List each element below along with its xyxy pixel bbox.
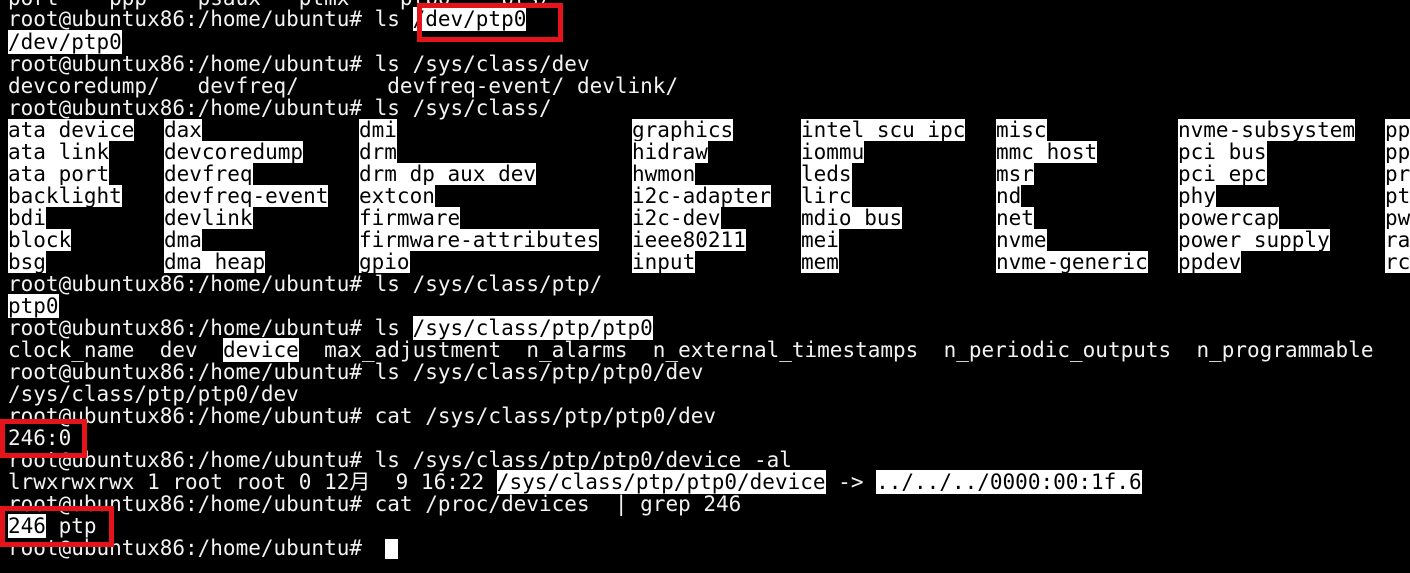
- terminal-line: root@ubuntux86:/home/ubuntu# ls /sys/cla…: [8, 316, 653, 340]
- class-entry: hidraw: [632, 140, 708, 164]
- output-text: clock_name dev: [8, 338, 223, 362]
- text-cursor: [385, 539, 398, 559]
- class-entry: bdi: [8, 206, 46, 230]
- class-entry: devfreq: [164, 162, 253, 186]
- class-entry: pt: [1385, 184, 1410, 208]
- class-entry: input: [632, 250, 696, 274]
- class-entry: nvme: [996, 228, 1047, 252]
- class-entry: iommu: [801, 140, 865, 164]
- selected-text: /sys/class/ptp/ptp0/device: [496, 470, 826, 494]
- class-entry: devlink: [164, 206, 253, 230]
- class-entry: mei: [801, 228, 839, 252]
- terminal-line: root@ubuntux86:/home/ubuntu# ls /sys/cla…: [8, 52, 590, 76]
- class-entry: pp: [1385, 140, 1410, 164]
- class-entry: ata_link: [8, 140, 110, 164]
- selected-text: /sys/class/ptp/ptp0: [412, 316, 653, 340]
- annotation-box: [0, 419, 87, 458]
- class-entry: drm: [359, 140, 397, 164]
- class-entry: block: [8, 228, 72, 252]
- class-entry: dax: [164, 118, 202, 142]
- class-entry: powercap: [1178, 206, 1280, 230]
- class-entry: dma: [164, 228, 202, 252]
- class-entry: msr: [996, 162, 1034, 186]
- class-entry: pr: [1385, 162, 1410, 186]
- class-entry: rc: [1385, 250, 1410, 274]
- class-entry: i2c-dev: [632, 206, 721, 230]
- class-entry: gpio: [359, 250, 410, 274]
- class-entry: dmi: [359, 118, 397, 142]
- terminal-line: root@ubuntux86:/home/ubuntu# ls /sys/cla…: [8, 96, 552, 120]
- class-entry: net: [996, 206, 1034, 230]
- selected-text: device: [222, 338, 299, 362]
- terminal-line: lrwxrwxrwx 1 root root 0 12月 9 16:22 /sy…: [8, 470, 1142, 494]
- class-entry: drm_dp_aux_dev: [359, 162, 537, 186]
- terminal-line: root@ubuntux86:/home/ubuntu# ls /sys/cla…: [8, 360, 704, 384]
- class-entry: nvme-generic: [996, 250, 1148, 274]
- terminal-line: root@ubuntux86:/home/ubuntu# ls /sys/cla…: [8, 448, 792, 472]
- terminal-line: devcoredump/ devfreq/ devfreq-event/ dev…: [8, 74, 679, 98]
- class-entry: nd: [996, 184, 1022, 208]
- class-entry: firmware-attributes: [359, 228, 600, 252]
- class-entry: ieee80211: [632, 228, 746, 252]
- class-entry: pci_bus: [1178, 140, 1267, 164]
- class-entry: power_supply: [1178, 228, 1330, 252]
- class-entry: graphics: [632, 118, 734, 142]
- class-entry: ppdev: [1178, 250, 1242, 274]
- annotation-box: [417, 3, 563, 42]
- terminal-line: root@ubuntux86:/home/ubuntu# cat /sys/cl…: [8, 404, 717, 428]
- class-entry: devcoredump: [164, 140, 304, 164]
- class-entry: lirc: [801, 184, 852, 208]
- class-entry: intel_scu_ipc: [801, 118, 966, 142]
- class-entry: extcon: [359, 184, 435, 208]
- output-text: lrwxrwxrwx 1 root root 0 12月 9 16:22: [8, 470, 497, 494]
- terminal-line: root@ubuntux86:/home/ubuntu# ls /sys/cla…: [8, 272, 603, 296]
- class-entry: leds: [801, 162, 852, 186]
- command-prompt: root@ubuntux86:/home/ubuntu# ls: [8, 7, 413, 31]
- class-entry: phy: [1178, 184, 1216, 208]
- class-entry: bsg: [8, 250, 46, 274]
- class-entry: pw: [1385, 206, 1410, 230]
- class-entry: devfreq-event: [164, 184, 329, 208]
- class-entry: ata_port: [8, 162, 110, 186]
- terminal-line: ptp0: [8, 294, 59, 318]
- selected-text: /dev/ptp0: [8, 30, 122, 54]
- annotation-box: [0, 506, 114, 547]
- class-entry: dma_heap: [164, 250, 266, 274]
- class-entry: pci_epc: [1178, 162, 1267, 186]
- output-text: max_adjustment n_alarms n_external_times…: [298, 338, 1374, 362]
- terminal-window[interactable]: port ppp psaux ptmx ptp0 pts/ root@ubunt…: [0, 0, 1410, 573]
- class-entry: ata_device: [8, 118, 135, 142]
- terminal-line: root@ubuntux86:/home/ubuntu# cat /proc/d…: [8, 492, 742, 516]
- output-text: ->: [825, 470, 877, 494]
- terminal-line: clock_name dev device max_adjustment n_a…: [8, 338, 1374, 362]
- selected-text: ../../../0000:00:1f.6: [876, 470, 1142, 494]
- class-entry: misc: [996, 118, 1047, 142]
- class-entry: mdio_bus: [801, 206, 903, 230]
- class-entry: backlight: [8, 184, 122, 208]
- selected-text: ptp0: [8, 294, 59, 318]
- class-entry: pp: [1385, 118, 1410, 142]
- class-entry: mmc_host: [996, 140, 1098, 164]
- command-prompt: root@ubuntux86:/home/ubuntu# ls: [8, 316, 413, 340]
- class-entry: firmware: [359, 206, 461, 230]
- class-entry: nvme-subsystem: [1178, 118, 1356, 142]
- terminal-line: /dev/ptp0: [8, 30, 122, 54]
- class-entry: i2c-adapter: [632, 184, 772, 208]
- class-entry: ra: [1385, 228, 1410, 252]
- terminal-line: /sys/class/ptp/ptp0/dev: [8, 382, 299, 406]
- class-entry: mem: [801, 250, 839, 274]
- class-entry: hwmon: [632, 162, 696, 186]
